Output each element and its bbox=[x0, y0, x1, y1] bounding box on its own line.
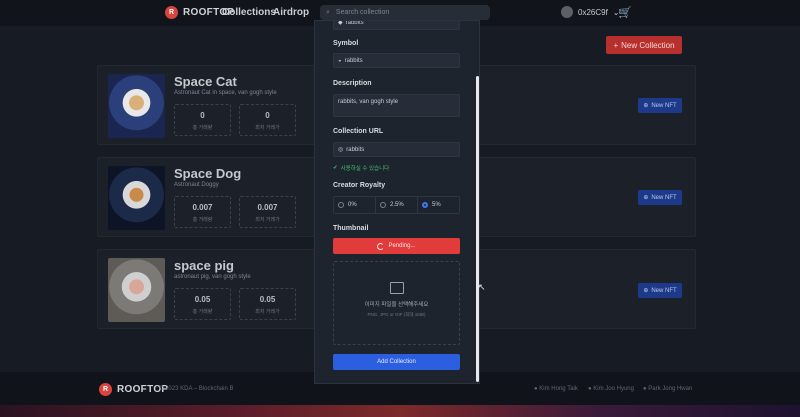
plus-circle-icon: ⊕ bbox=[643, 103, 649, 109]
description-field[interactable]: rabbits, van gogh style bbox=[333, 94, 460, 117]
image-dropzone[interactable]: 이미지 파일을 선택해주세요 PNG, JPG or GIF (최대 1MB) bbox=[333, 261, 460, 345]
radio-icon bbox=[338, 202, 344, 208]
plus-circle-icon: ⊕ bbox=[643, 288, 649, 294]
new-collection-label: New Collection bbox=[621, 40, 675, 50]
image-upload-icon bbox=[389, 282, 404, 294]
stat-label: 총 거래량 bbox=[192, 309, 213, 315]
thumbnail-label: Thumbnail bbox=[333, 225, 369, 232]
stat-label: 총 거래량 bbox=[192, 125, 213, 131]
royalty-option-5[interactable]: 5% bbox=[418, 197, 459, 213]
royalty-option-label: 0% bbox=[348, 202, 357, 208]
footer-dev-name: Kim Joo Hyung bbox=[593, 386, 634, 392]
footer-dev-link[interactable]: ● Kim Hong Taik bbox=[534, 386, 578, 392]
stat-volume: 0.007 총 거래량 bbox=[174, 196, 231, 228]
royalty-option-2-5[interactable]: 2.5% bbox=[376, 197, 418, 213]
stat-value: 0.007 bbox=[192, 203, 213, 212]
stat-volume: 0 총 거래량 bbox=[174, 104, 231, 136]
name-field[interactable]: ◆ rabbits bbox=[333, 20, 460, 30]
symbol-field[interactable]: ◒ rabbits bbox=[333, 53, 460, 68]
search-placeholder: Search collection bbox=[335, 9, 390, 16]
royalty-selector: 0% 2.5% 5% bbox=[333, 196, 460, 214]
pending-button[interactable]: Pending... bbox=[333, 238, 460, 254]
new-nft-button[interactable]: ⊕ New NFT bbox=[638, 190, 682, 205]
royalty-label: Creator Royalty bbox=[333, 182, 386, 189]
collection-description: Astronaut Cat in space, van gogh style bbox=[174, 90, 277, 96]
footer-copyright: © 2023 KDA – Blockchain B bbox=[159, 386, 234, 392]
url-label: Collection URL bbox=[333, 128, 384, 135]
new-nft-button[interactable]: ⊕ New NFT bbox=[638, 98, 682, 113]
stat-value: 0.007 bbox=[257, 203, 278, 212]
stat-value: 0.05 bbox=[259, 295, 276, 304]
collection-description: astronaut pig, van gogh style bbox=[174, 274, 251, 280]
collection-description: Astronaut Doggy bbox=[174, 182, 219, 188]
collection-name: Space Cat bbox=[174, 74, 237, 89]
cart-icon[interactable]: 🛒 bbox=[618, 6, 632, 19]
new-nft-button[interactable]: ⊕ New NFT bbox=[638, 283, 682, 298]
radio-icon bbox=[380, 202, 386, 208]
spinner-icon bbox=[377, 242, 385, 250]
new-nft-label: New NFT bbox=[651, 102, 677, 109]
collection-thumbnail bbox=[108, 258, 165, 322]
nav-airdrop[interactable]: Airdrop bbox=[273, 7, 309, 18]
footer-dev-link[interactable]: ● Kim Joo Hyung bbox=[588, 386, 634, 392]
footer-dev-name: Kim Hong Taik bbox=[539, 386, 578, 392]
stat-label: 최저 거래가 bbox=[255, 125, 280, 131]
input-icon: ◆ bbox=[338, 20, 343, 26]
check-icon: ✔ bbox=[333, 165, 338, 171]
wallet-address: 0x26C9f bbox=[578, 7, 608, 17]
name-value: rabbits bbox=[345, 20, 364, 26]
new-nft-label: New NFT bbox=[651, 287, 677, 294]
collection-thumbnail bbox=[108, 74, 165, 138]
plus-circle-icon: ⊕ bbox=[643, 195, 649, 201]
input-icon: ◒ bbox=[338, 57, 342, 64]
symbol-label: Symbol bbox=[333, 40, 359, 47]
nav-collections[interactable]: Collections bbox=[222, 7, 276, 18]
modal-scrollbar[interactable] bbox=[476, 76, 479, 382]
stat-label: 총 거래량 bbox=[192, 217, 213, 223]
rooftop-logo-icon: R bbox=[99, 383, 112, 396]
radio-selected-icon bbox=[422, 202, 428, 208]
description-label: Description bbox=[333, 80, 372, 87]
new-nft-label: New NFT bbox=[651, 194, 677, 201]
search-icon: ⌕ bbox=[326, 8, 330, 16]
avatar bbox=[561, 6, 573, 18]
symbol-value: rabbits bbox=[344, 57, 363, 64]
new-collection-button[interactable]: + New Collection bbox=[606, 36, 682, 54]
dropzone-text: 이미지 파일을 선택해주세요 bbox=[364, 302, 429, 308]
stat-label: 최저 거래가 bbox=[255, 309, 280, 315]
stat-floor: 0.007 최저 거래가 bbox=[239, 196, 296, 228]
collection-thumbnail bbox=[108, 166, 165, 230]
stat-floor: 0.05 최저 거래가 bbox=[239, 288, 296, 320]
pending-label: Pending... bbox=[388, 243, 416, 249]
royalty-option-label: 5% bbox=[432, 202, 441, 208]
wallet-menu[interactable]: 0x26C9f ⌄ bbox=[561, 6, 620, 18]
globe-icon: ◎ bbox=[338, 147, 344, 153]
stat-label: 최저 거래가 bbox=[255, 217, 280, 223]
collection-name: space pig bbox=[174, 258, 234, 273]
plus-icon: + bbox=[613, 40, 619, 50]
mouse-cursor-icon: ↖ bbox=[478, 282, 486, 292]
bottom-decoration bbox=[0, 405, 800, 417]
footer-brand: R ROOFTOP bbox=[99, 383, 168, 396]
add-collection-modal: ◆ rabbits Symbol ◒ rabbits Description r… bbox=[314, 20, 480, 384]
url-field[interactable]: ◎ rabbits bbox=[333, 142, 460, 157]
url-value: rabbits bbox=[346, 146, 365, 153]
footer-dev-name: Park Jong Hwan bbox=[648, 386, 693, 392]
royalty-option-0[interactable]: 0% bbox=[334, 197, 376, 213]
stat-value: 0 bbox=[265, 111, 270, 120]
rooftop-logo-icon: R bbox=[165, 6, 178, 19]
stat-value: 0.05 bbox=[194, 295, 211, 304]
search-input[interactable]: ⌕ Search collection bbox=[320, 5, 490, 20]
footer-dev-link[interactable]: ● Park Jong Hwan bbox=[643, 386, 692, 392]
stat-value: 0 bbox=[200, 111, 205, 120]
url-hint-text: 사용하실 수 있습니다 bbox=[340, 166, 390, 172]
add-collection-button[interactable]: Add Collection bbox=[333, 354, 460, 370]
royalty-option-label: 2.5% bbox=[390, 202, 404, 208]
stat-volume: 0.05 총 거래량 bbox=[174, 288, 231, 320]
dropzone-subtext: PNG, JPG or GIF (최대 1MB) bbox=[367, 312, 426, 317]
stat-floor: 0 최저 거래가 bbox=[239, 104, 296, 136]
collection-name: Space Dog bbox=[174, 166, 242, 181]
url-availability-hint: ✔ 사용하실 수 있습니다 bbox=[333, 164, 389, 172]
